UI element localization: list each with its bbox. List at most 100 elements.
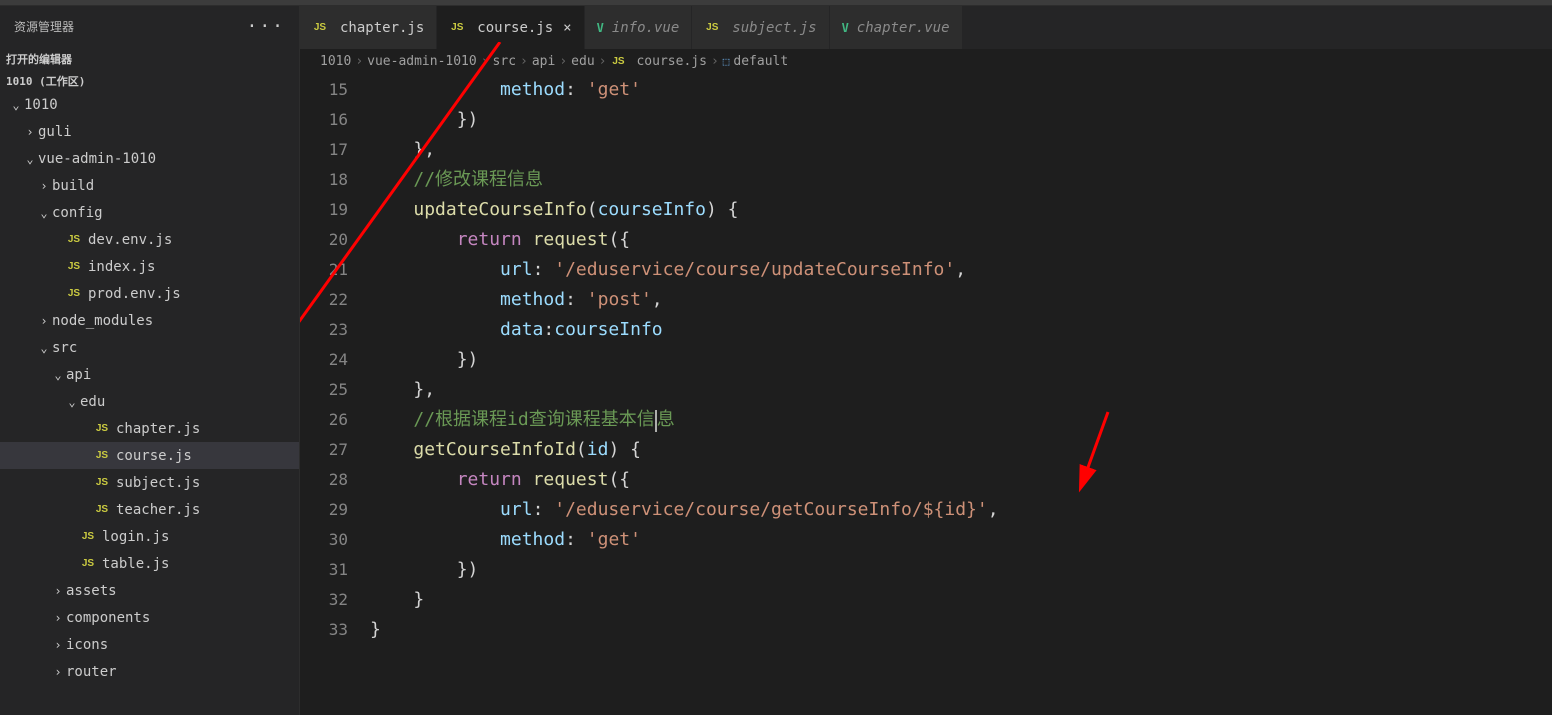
js-icon: JS (94, 477, 110, 488)
tab[interactable]: Vchapter.vue (830, 6, 963, 49)
tab[interactable]: Vinfo.vue (585, 6, 693, 49)
js-icon: JS (312, 22, 328, 33)
code-line[interactable]: }, (370, 375, 1552, 405)
tree-file[interactable]: JSindex.js (0, 253, 299, 280)
code-line[interactable]: }) (370, 555, 1552, 585)
chevron-icon (36, 314, 52, 328)
tree-file[interactable]: JS dev.env.js (0, 226, 299, 253)
breadcrumb-item[interactable]: edu (571, 54, 594, 69)
code-line[interactable]: getCourseInfoId(id) { (370, 435, 1552, 465)
tree-item-label: components (66, 610, 150, 626)
js-icon: JS (80, 531, 96, 542)
tab[interactable]: JScourse.js× (437, 6, 584, 49)
tree-folder[interactable]: src (0, 334, 299, 361)
js-icon: JS (94, 423, 110, 434)
tree-folder[interactable]: router (0, 658, 299, 685)
js-icon: JS (66, 288, 82, 299)
open-editors-header[interactable]: 打开的编辑器 (0, 47, 299, 71)
editor-area: JSchapter.jsJScourse.js×Vinfo.vueJSsubje… (300, 6, 1552, 715)
chevron-icon (50, 611, 66, 625)
chevron-icon (22, 125, 38, 139)
tree-item-label: login.js (102, 529, 169, 545)
tab[interactable]: JS subject.js (692, 6, 829, 49)
tree-folder[interactable]: 1010 (0, 91, 299, 118)
code-line[interactable]: method: 'post', (370, 285, 1552, 315)
tree-file[interactable]: JScourse.js (0, 442, 299, 469)
tree-folder[interactable]: icons (0, 631, 299, 658)
js-icon: JS (94, 504, 110, 515)
tree-folder[interactable]: components (0, 604, 299, 631)
workspace-header[interactable]: 1010 (工作区) (0, 71, 299, 91)
code-line[interactable]: url: '/eduservice/course/getCourseInfo/$… (370, 495, 1552, 525)
breadcrumb-item[interactable]: src (493, 54, 516, 69)
code-line[interactable]: updateCourseInfo(courseInfo) { (370, 195, 1552, 225)
js-icon: JS (610, 56, 626, 67)
code-line[interactable]: return request({ (370, 465, 1552, 495)
code-line[interactable]: //修改课程信息 (370, 165, 1552, 195)
chevron-icon (50, 638, 66, 652)
breadcrumb-separator-icon: › (599, 54, 607, 69)
close-icon[interactable]: × (563, 20, 571, 36)
chevron-icon (64, 395, 80, 409)
js-icon: JS (80, 558, 96, 569)
breadcrumb-item[interactable]: api (532, 54, 555, 69)
js-icon: JS (94, 450, 110, 461)
tree-file[interactable]: JS teacher.js (0, 496, 299, 523)
js-icon: JS (66, 234, 82, 245)
tree-file[interactable]: JS login.js (0, 523, 299, 550)
more-icon[interactable]: ··· (246, 16, 285, 37)
tree-item-label: edu (80, 394, 105, 410)
code-line[interactable]: } (370, 585, 1552, 615)
tree-folder[interactable]: vue-admin-1010 (0, 145, 299, 172)
js-icon: JS (704, 22, 720, 33)
breadcrumb[interactable]: 1010›vue-admin-1010›src›api›edu›JScourse… (300, 49, 1552, 75)
tree-folder[interactable]: build (0, 172, 299, 199)
tree-folder[interactable]: config (0, 199, 299, 226)
breadcrumb-item[interactable]: vue-admin-1010 (367, 54, 477, 69)
chevron-icon (36, 179, 52, 193)
breadcrumb-file[interactable]: JScourse.js (610, 54, 706, 69)
file-tree: 1010 guli vue-admin-1010buildconfig JS dev.e… (0, 91, 299, 715)
tab-label: subject.js (732, 20, 816, 36)
line-gutter: 15161718192021222324252627282930313233 (300, 75, 370, 715)
chevron-icon (50, 665, 66, 679)
tab-label: course.js (477, 20, 553, 36)
tree-folder[interactable]: node_modules (0, 307, 299, 334)
tree-folder[interactable]: assets (0, 577, 299, 604)
code-line[interactable]: url: '/eduservice/course/updateCourseInf… (370, 255, 1552, 285)
tree-item-label: assets (66, 583, 117, 599)
code-line[interactable]: return request({ (370, 225, 1552, 255)
tree-item-label: dev.env.js (88, 232, 172, 248)
chevron-icon (50, 584, 66, 598)
chevron-icon (36, 341, 52, 355)
breadcrumb-separator-icon: › (355, 54, 363, 69)
tree-item-label: index.js (88, 259, 155, 275)
code-line[interactable]: method: 'get' (370, 525, 1552, 555)
tree-file[interactable]: JSprod.env.js (0, 280, 299, 307)
tree-item-label: icons (66, 637, 108, 653)
code-content[interactable]: method: 'get' }) }, //修改课程信息 updateCours… (370, 75, 1552, 715)
tab[interactable]: JSchapter.js (300, 6, 437, 49)
code-line[interactable]: }) (370, 345, 1552, 375)
tree-file[interactable]: JSsubject.js (0, 469, 299, 496)
breadcrumb-separator-icon: › (559, 54, 567, 69)
code-line[interactable]: }, (370, 135, 1552, 165)
tree-item-label: src (52, 340, 77, 356)
code-line[interactable]: method: 'get' (370, 75, 1552, 105)
explorer-title: 资源管理器 (14, 18, 74, 35)
breadcrumb-symbol[interactable]: ⬚ default (723, 54, 788, 69)
tree-folder[interactable]: api (0, 361, 299, 388)
code-line[interactable]: }) (370, 105, 1552, 135)
code-line[interactable]: data:courseInfo (370, 315, 1552, 345)
code-line[interactable]: //根据课程id查询课程基本信息 (370, 405, 1552, 435)
breadcrumb-separator-icon: › (711, 54, 719, 69)
tree-folder[interactable]: guli (0, 118, 299, 145)
tree-item-label: guli (38, 124, 72, 140)
tree-folder[interactable]: edu (0, 388, 299, 415)
tree-item-label: teacher.js (116, 502, 200, 518)
code-line[interactable]: } (370, 615, 1552, 645)
code-editor[interactable]: 15161718192021222324252627282930313233 m… (300, 75, 1552, 715)
breadcrumb-item[interactable]: 1010 (320, 54, 351, 69)
tree-file[interactable]: JStable.js (0, 550, 299, 577)
tree-file[interactable]: JSchapter.js (0, 415, 299, 442)
